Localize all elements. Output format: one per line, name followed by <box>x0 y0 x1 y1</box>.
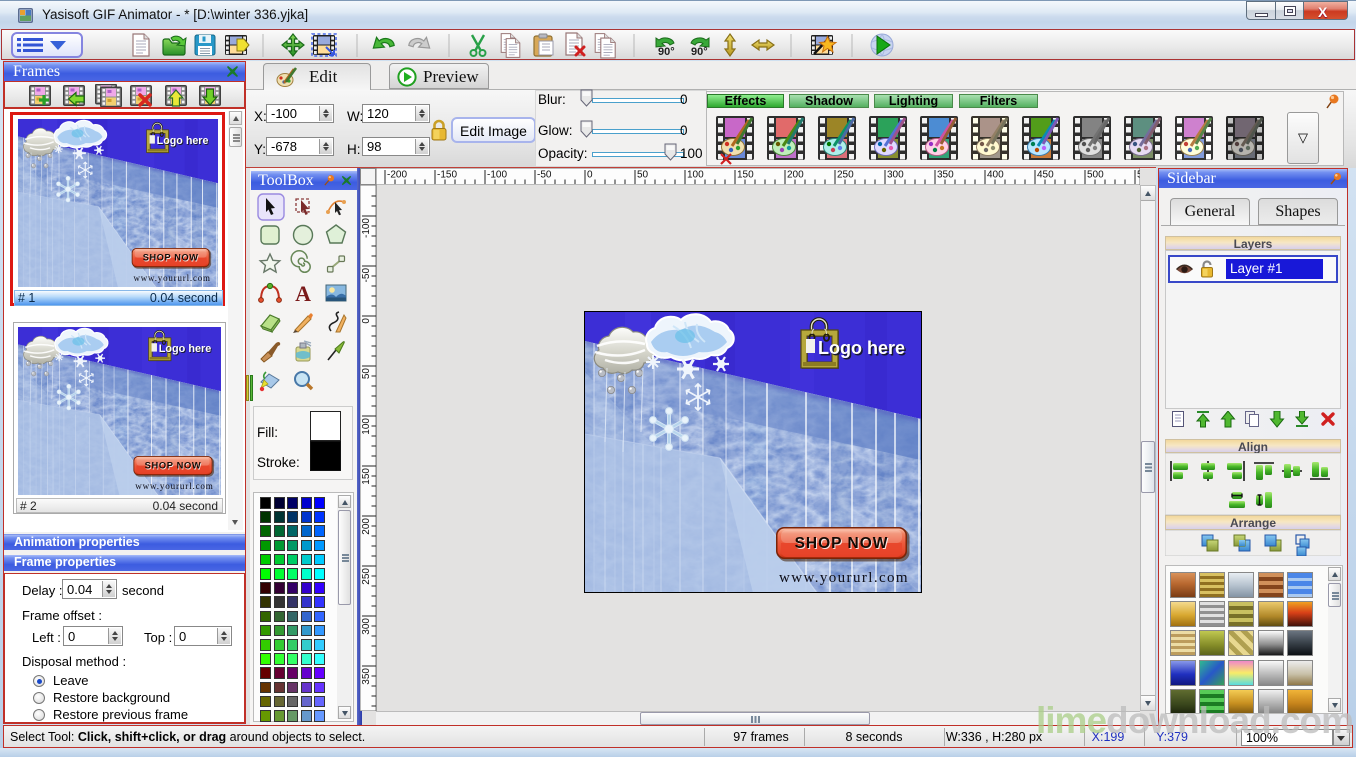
svg-text:550: 550 <box>1137 170 1140 181</box>
svg-text:300: 300 <box>361 618 372 635</box>
svg-text:250: 250 <box>361 568 372 585</box>
svg-text:300: 300 <box>887 170 904 181</box>
svg-text:-50: -50 <box>361 268 372 283</box>
svg-text:150: 150 <box>737 170 754 181</box>
svg-text:350: 350 <box>937 170 954 181</box>
svg-text:90°: 90° <box>691 46 708 58</box>
svg-text:100: 100 <box>687 170 704 181</box>
svg-text:50: 50 <box>637 170 649 181</box>
svg-text:350: 350 <box>361 668 372 685</box>
svg-text:50: 50 <box>361 368 372 380</box>
svg-text:-50: -50 <box>537 170 552 181</box>
svg-text:200: 200 <box>787 170 804 181</box>
svg-text:90°: 90° <box>658 46 675 58</box>
svg-text:500: 500 <box>1087 170 1104 181</box>
svg-text:-200: -200 <box>387 170 407 181</box>
svg-text:200: 200 <box>361 518 372 535</box>
svg-text:450: 450 <box>1037 170 1054 181</box>
svg-text:100: 100 <box>361 418 372 435</box>
svg-text:150: 150 <box>361 468 372 485</box>
svg-text:-150: -150 <box>437 170 457 181</box>
svg-text:0: 0 <box>587 170 593 181</box>
svg-text:0: 0 <box>361 318 372 324</box>
svg-text:250: 250 <box>837 170 854 181</box>
svg-text:-100: -100 <box>361 218 372 238</box>
svg-text:-100: -100 <box>487 170 507 181</box>
svg-text:400: 400 <box>987 170 1004 181</box>
svg-text:A: A <box>295 281 311 306</box>
